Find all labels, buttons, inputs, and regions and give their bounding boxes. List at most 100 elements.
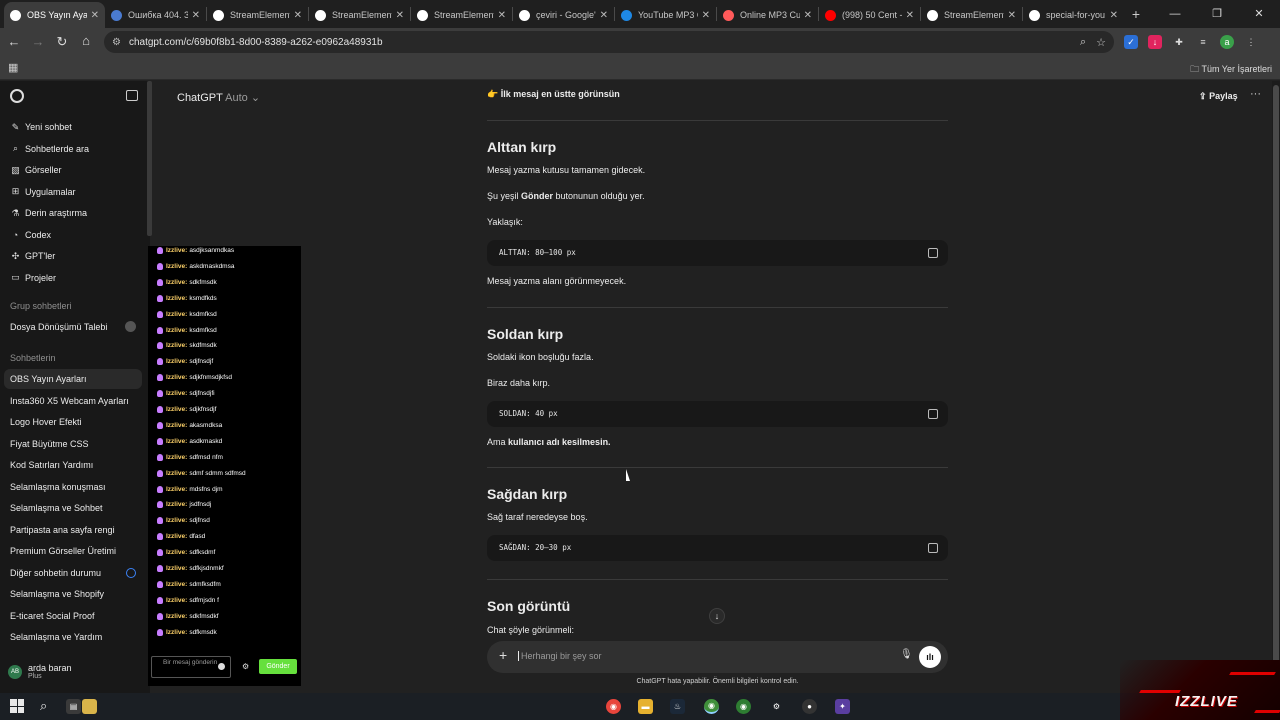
minimize-icon[interactable]: — <box>1154 0 1196 28</box>
steam-icon[interactable]: ♨ <box>670 699 685 714</box>
chat-history-item[interactable]: Kod Satırları Yardımı <box>4 455 142 475</box>
group-chat-item[interactable]: Dosya Dönüşümü Talebi <box>4 317 142 337</box>
tab-close-icon[interactable]: ✕ <box>906 10 914 21</box>
browser-tab[interactable]: çeviri - Google'da ✕ <box>513 2 614 28</box>
browser-tab[interactable]: StreamElements ✕ <box>309 2 410 28</box>
sidebar-item[interactable]: ▧ Görseller <box>4 160 142 180</box>
chat-history-item[interactable]: Selamlaşma ve Shopify <box>4 584 142 604</box>
copy-icon[interactable] <box>928 543 938 553</box>
sidebar-item[interactable]: ▭ Projeler <box>4 268 142 288</box>
scrollbar-thumb[interactable] <box>1273 85 1279 675</box>
tab-close-icon[interactable]: ✕ <box>396 10 404 21</box>
plus-icon[interactable]: + <box>499 647 507 663</box>
tab-close-icon[interactable]: ✕ <box>192 10 200 21</box>
new-tab-icon[interactable]: + <box>1124 6 1148 22</box>
file-explorer-icon[interactable]: ▬ <box>638 699 653 714</box>
chat-input[interactable]: Bir mesaj gönderin <box>151 656 231 678</box>
chat-history-item[interactable]: Diğer sohbetin durumu <box>4 563 142 583</box>
chat-history-item[interactable]: Selamlaşma ve Yardım <box>4 627 142 647</box>
sidebar-item[interactable]: ◔ Codex <box>4 225 142 245</box>
chat-history-item[interactable]: Logo Hover Efekti <box>4 412 142 432</box>
sidebar-item[interactable]: ✎ Yeni sohbet <box>4 117 142 137</box>
mic-icon[interactable]: 🎙 <box>900 649 913 660</box>
windows-start-icon[interactable] <box>10 699 24 713</box>
obs-icon[interactable]: ● <box>802 699 817 714</box>
chrome-alt-icon[interactable]: ◉ <box>736 699 751 714</box>
tab-close-icon[interactable]: ✕ <box>804 10 812 21</box>
voice-mode-button[interactable]: ılı <box>919 646 941 668</box>
copy-icon[interactable] <box>928 409 938 419</box>
browser-menu-icon[interactable]: ⋮ <box>1244 35 1258 49</box>
prompt-input[interactable]: Herhangi bir şey sor <box>518 651 602 661</box>
chat-history-item[interactable]: Selamlaşma ve Sohbet <box>4 498 142 518</box>
tab-close-icon[interactable]: ✕ <box>294 10 302 21</box>
sidebar-item[interactable]: ⊞ Uygulamalar <box>4 182 142 202</box>
browser-tab[interactable]: OBS Yayın Ayarları ✕ <box>4 2 105 28</box>
restore-icon[interactable]: ❐ <box>1196 0 1238 28</box>
sidebar-item[interactable]: ✣ GPT'ler <box>4 246 142 266</box>
browser-tab[interactable]: (998) 50 Cent - M ✕ <box>819 2 920 28</box>
openai-logo-icon[interactable] <box>10 89 24 103</box>
chat-history-item[interactable]: Insta360 X5 Webcam Ayarları <box>4 391 142 411</box>
forward-icon[interactable]: → <box>26 34 50 49</box>
bookmark-star-icon[interactable]: ☆ <box>1096 36 1106 49</box>
chat-history-item[interactable]: OBS Yayın Ayarları <box>4 369 142 389</box>
browser-tab[interactable]: StreamElements ✕ <box>921 2 1022 28</box>
izzlive-watermark-logo: IZZLIVE <box>1120 660 1280 720</box>
extensions-puzzle-icon[interactable]: ✚ <box>1172 35 1186 49</box>
url-input[interactable]: ⚙ chatgpt.com/c/69b0f8b1-8d00-8389-a262-… <box>104 31 1114 53</box>
apps-grid-icon[interactable]: ▦ <box>8 61 18 74</box>
reload-icon[interactable]: ↻ <box>50 34 74 50</box>
chat-history-item[interactable]: Partipasta ana sayfa rengi <box>4 520 142 540</box>
all-bookmarks-button[interactable]: 🗀 Tüm Yer İşaretleri <box>1190 62 1272 78</box>
task-view-icon[interactable]: ▤ <box>66 699 81 714</box>
browser-tab[interactable]: Ошибка 404. Запр ✕ <box>105 2 206 28</box>
more-options-icon[interactable]: ··· <box>1250 88 1261 100</box>
home-icon[interactable]: ⌂ <box>74 33 98 48</box>
chat-history-item[interactable]: Premium Görseller Üretimi <box>4 541 142 561</box>
chat-username: Izzlive: <box>166 549 188 557</box>
model-selector[interactable]: ChatGPT Auto ⌄ <box>177 91 260 104</box>
browser-tab[interactable]: StreamElements ✕ <box>411 2 512 28</box>
tab-close-icon[interactable]: ✕ <box>498 10 506 21</box>
sidebar-item[interactable]: ⚗ Derin araştırma <box>4 203 142 223</box>
search-icon[interactable]: ⌕ <box>40 698 47 714</box>
browser-tab[interactable]: YouTube MP3 Conv ✕ <box>615 2 716 28</box>
browser-tab[interactable]: Online MP3 Cutter ✕ <box>717 2 818 28</box>
tab-close-icon[interactable]: ✕ <box>1110 10 1118 21</box>
chat-history-item[interactable]: Fiyat Büyütme CSS <box>4 434 142 454</box>
tab-close-icon[interactable]: ✕ <box>600 10 608 21</box>
settings-icon[interactable]: ⚙ <box>769 699 784 714</box>
chrome-profile-icon[interactable]: ◉ <box>704 699 719 714</box>
settings-gear-icon[interactable]: ⚙ <box>242 662 249 671</box>
back-icon[interactable]: ← <box>2 34 26 49</box>
chat-history-item[interactable]: Selamlaşma konuşması <box>4 477 142 497</box>
tab-close-icon[interactable]: ✕ <box>1008 10 1016 21</box>
scroll-down-button[interactable]: ↓ <box>709 608 725 624</box>
profile-icon[interactable]: a <box>1220 35 1234 49</box>
site-info-icon[interactable]: ⚙ <box>112 37 121 48</box>
reading-list-icon[interactable]: ≡ <box>1196 35 1210 49</box>
sidebar-item[interactable]: ⌕ Sohbetlerde ara <box>4 139 142 159</box>
main-scrollbar[interactable] <box>1272 81 1280 693</box>
browser-tab[interactable]: StreamElements ✕ <box>207 2 308 28</box>
divider <box>487 579 948 580</box>
notes-icon[interactable] <box>82 699 97 714</box>
vpn-extension-icon[interactable]: ✓ <box>1124 35 1138 49</box>
download-extension-icon[interactable]: ↓ <box>1148 35 1162 49</box>
zoom-icon[interactable]: ⌕ <box>1080 36 1086 49</box>
user-menu[interactable]: AB arda baran Plus <box>8 663 72 680</box>
share-button[interactable]: ⇪ Paylaş <box>1199 91 1238 102</box>
close-window-icon[interactable]: ✕ <box>1238 0 1280 28</box>
tab-close-icon[interactable]: ✕ <box>702 10 710 21</box>
send-button[interactable]: Gönder <box>259 659 297 674</box>
game-app-icon[interactable]: ✦ <box>835 699 850 714</box>
copy-icon[interactable] <box>928 248 938 258</box>
sidebar-toggle-icon[interactable] <box>126 90 138 101</box>
emoji-icon[interactable] <box>218 663 225 670</box>
chrome-icon[interactable]: ◉ <box>606 699 621 714</box>
browser-tab[interactable]: special-for-you ✕ <box>1023 2 1124 28</box>
chat-history-item[interactable]: E-ticaret Social Proof <box>4 606 142 626</box>
message-composer[interactable]: + Herhangi bir şey sor 🎙 ılı <box>487 641 948 673</box>
tab-close-icon[interactable]: ✕ <box>91 10 99 21</box>
